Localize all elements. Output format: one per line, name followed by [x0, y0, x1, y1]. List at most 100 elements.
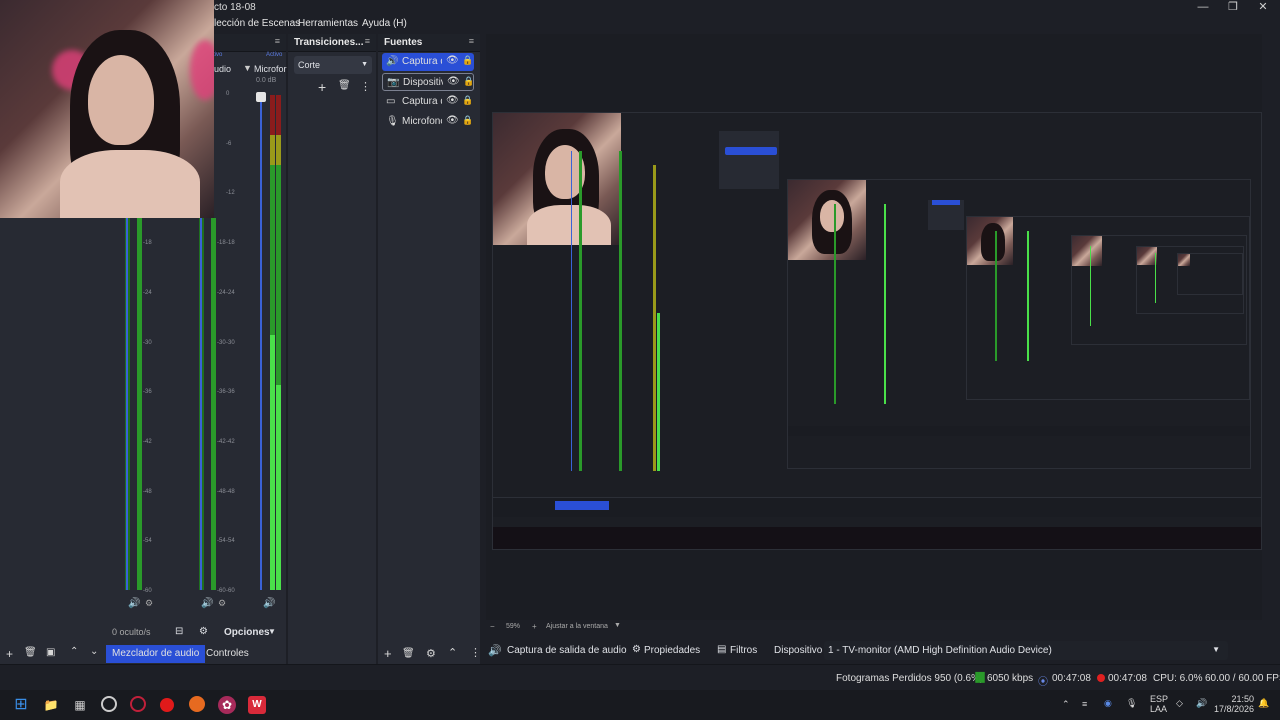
speaker-icon[interactable]: 🔊	[263, 598, 275, 609]
meter-tick-label: -54	[226, 538, 235, 545]
filter-icon: ▤	[717, 644, 727, 655]
source-item[interactable]: 🎙 Microfonc 👁 🔒	[382, 113, 474, 131]
menu-scene-collection[interactable]: lección de Escenas	[214, 18, 300, 29]
maximize-button[interactable]: ❐	[1218, 0, 1248, 14]
sources-header: Fuentes ≡	[378, 34, 480, 52]
volume-icon[interactable]: 🔊	[1196, 698, 1207, 709]
firefox-icon[interactable]	[189, 696, 205, 712]
volume-slider[interactable]	[126, 218, 128, 590]
volume-meter	[276, 95, 281, 590]
source-label: Captura d	[402, 96, 442, 107]
source-item[interactable]: 🔊 Captura d 👁 🔒	[382, 53, 474, 71]
dock-menu-icon[interactable]: ≡	[365, 36, 370, 46]
source-item[interactable]: 📷 Dispositiv 👁 🔒	[382, 73, 474, 91]
store-icon[interactable]: ▦	[71, 696, 89, 714]
device-select[interactable]: 1 - TV-monitor (AMD High Definition Audi…	[824, 641, 1228, 660]
opera-icon[interactable]	[130, 696, 146, 712]
add-source-icon[interactable]: +	[384, 646, 392, 661]
device-label: Dispositivo	[774, 645, 823, 656]
volume-meter	[211, 218, 216, 590]
sources-title: Fuentes	[384, 37, 423, 48]
nested-capture	[1071, 235, 1247, 345]
gear-icon[interactable]: ⚙	[218, 598, 226, 609]
tray-expand-icon[interactable]: ⌃	[1062, 699, 1070, 710]
scene-filter-icon[interactable]: ▣	[46, 647, 55, 658]
link-icon[interactable]: ⚙	[199, 626, 208, 637]
webcam-overlay	[1178, 254, 1190, 266]
options-button[interactable]: Opciones	[224, 627, 270, 638]
clock-time: 21:50	[1231, 694, 1255, 704]
remove-scene-icon[interactable]: 🗑	[24, 647, 37, 658]
youtube-icon[interactable]	[160, 698, 174, 712]
stream-time: 00:47:08	[1052, 673, 1091, 684]
microphone-icon[interactable]: 🎙	[1126, 698, 1137, 709]
close-button[interactable]: ✕	[1248, 0, 1278, 14]
wifi-icon[interactable]: ◇	[1176, 698, 1183, 709]
windows-start-icon[interactable]: ⊞	[12, 696, 30, 714]
layout-icon[interactable]: ⊟	[175, 626, 183, 637]
obs-icon[interactable]	[101, 696, 117, 712]
program-preview[interactable]: − 59% + Ajustar a la ventana ▼	[486, 34, 1262, 631]
chevron-down-icon[interactable]: ▼	[268, 627, 276, 636]
gear-icon: ⚙	[632, 644, 641, 655]
properties-button[interactable]: Propiedades	[644, 645, 700, 656]
tab-audio-mixer[interactable]: Mezclador de audio	[106, 645, 206, 663]
remove-source-icon[interactable]: 🗑	[402, 648, 415, 659]
webcam-overlay	[1072, 236, 1102, 266]
source-item[interactable]: ▭ Captura d 👁 🔒	[382, 93, 474, 111]
eye-icon[interactable]: 👁	[446, 115, 459, 126]
volume-slider[interactable]	[200, 218, 202, 590]
notification-icon[interactable]: 🔔	[1258, 698, 1269, 709]
lock-icon[interactable]: 🔒	[462, 55, 473, 66]
menu-tools[interactable]: Herramientas	[298, 18, 358, 29]
move-up-icon[interactable]: ⌃	[70, 646, 78, 657]
channel-dropdown-icon[interactable]: ▼	[243, 63, 252, 73]
vpn-icon[interactable]: ◉	[1104, 698, 1112, 709]
gear-icon[interactable]: ⚙	[145, 598, 153, 609]
lock-icon[interactable]: 🔒	[462, 95, 473, 106]
chatgpt-icon[interactable]: ✿	[218, 696, 236, 714]
eye-icon[interactable]: 👁	[446, 55, 459, 66]
folder-icon[interactable]: 📁	[42, 696, 60, 714]
add-transition-icon[interactable]: +	[318, 79, 326, 95]
nested-capture	[787, 179, 1251, 469]
bitrate: 6050 kbps	[987, 673, 1034, 684]
minimize-button[interactable]: —	[1188, 0, 1218, 14]
language-indicator[interactable]: ESP LAA	[1150, 694, 1168, 714]
add-scene-icon[interactable]: +	[6, 647, 13, 661]
transition-select[interactable]: Corte ▼	[294, 56, 372, 74]
more-options-icon[interactable]: ⋮	[360, 80, 371, 93]
source-properties-icon[interactable]: ⚙	[426, 647, 436, 660]
volume-slider-handle[interactable]	[256, 92, 266, 102]
zoom-in-icon[interactable]: +	[532, 622, 537, 631]
zoom-out-icon[interactable]: −	[490, 622, 495, 631]
meter-tick-label: -42	[143, 438, 152, 445]
clock-date: 17/8/2026	[1214, 704, 1255, 714]
webcam-overlay	[0, 0, 214, 218]
tab-controls[interactable]: Controles	[200, 645, 255, 663]
fit-window-button[interactable]: Ajustar a la ventana	[546, 623, 608, 630]
menu-help[interactable]: Ayuda (H)	[362, 18, 407, 29]
move-down-icon[interactable]: ⌄	[90, 646, 98, 657]
eye-icon[interactable]: 👁	[446, 95, 459, 106]
volume-slider[interactable]	[260, 95, 262, 590]
network-icon[interactable]: ≡	[1082, 699, 1087, 709]
webcam-overlay	[967, 217, 1013, 265]
speaker-icon[interactable]: 🔊	[201, 598, 213, 609]
source-label: Microfonc	[402, 116, 442, 127]
filters-button[interactable]: Filtros	[730, 645, 757, 656]
lock-icon[interactable]: 🔒	[463, 76, 474, 87]
dock-menu-icon[interactable]: ≡	[275, 36, 280, 46]
move-up-icon[interactable]: ⌃	[448, 646, 457, 659]
fps: 60.00 / 60.00 FPS	[1205, 673, 1280, 684]
clock[interactable]: 21:50 17/8/2026	[1214, 694, 1254, 714]
remove-transition-icon[interactable]: 🗑	[338, 80, 351, 91]
meter-tick-label: -42	[217, 438, 226, 445]
dock-menu-icon[interactable]: ≡	[469, 36, 474, 46]
speaker-icon[interactable]: 🔊	[128, 598, 140, 609]
wps-icon[interactable]: W	[248, 696, 266, 714]
lock-icon[interactable]: 🔒	[462, 115, 473, 126]
meter-tick-label: -48	[217, 488, 226, 495]
chevron-down-icon[interactable]: ▼	[614, 622, 621, 629]
eye-icon[interactable]: 👁	[447, 76, 460, 87]
